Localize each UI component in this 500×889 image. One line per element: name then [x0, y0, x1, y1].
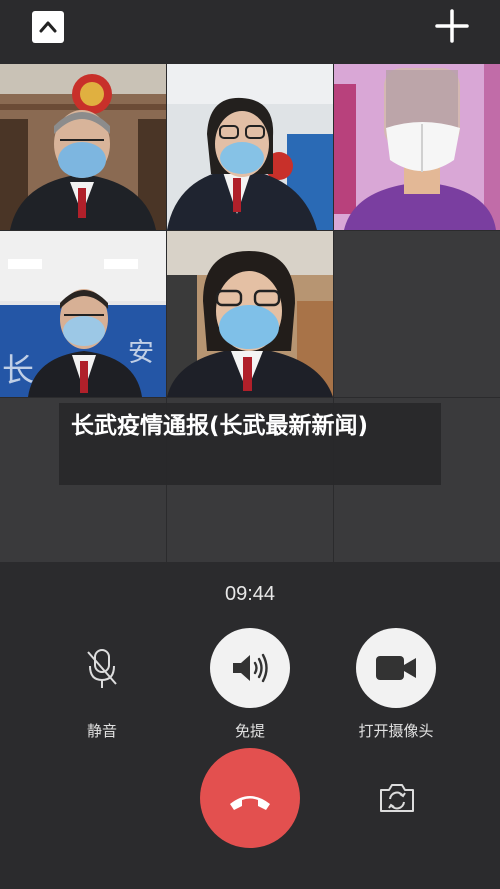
mute-label: 静音	[86, 722, 117, 740]
video-tile-participant-1[interactable]	[0, 64, 166, 230]
speaker-icon	[233, 653, 268, 683]
microphone-off-icon	[87, 649, 117, 688]
collapse-button[interactable]	[32, 11, 64, 43]
camera-control[interactable]: 打开摄像头	[343, 628, 449, 741]
speaker-control[interactable]: 免提	[210, 628, 290, 741]
top-bar	[0, 0, 500, 64]
call-timer: 09:44	[224, 583, 276, 605]
camera-button[interactable]	[356, 628, 436, 708]
video-tile-empty	[334, 231, 500, 397]
participant-4-video: 长 安	[0, 231, 166, 397]
speaker-button[interactable]	[210, 628, 290, 708]
participant-1-video	[0, 64, 166, 230]
mute-button[interactable]	[62, 628, 142, 708]
svg-text:长: 长	[2, 351, 34, 389]
video-tile-participant-3[interactable]	[334, 64, 500, 230]
camera-switch-icon[interactable]	[377, 780, 417, 816]
video-camera-icon	[376, 656, 416, 680]
phone-hangup-icon	[230, 796, 270, 810]
hangup-button[interactable]	[200, 748, 300, 848]
mute-control[interactable]: 静音	[62, 628, 142, 741]
video-tile-participant-2[interactable]	[167, 64, 333, 230]
video-tile-participant-4[interactable]: 长 安	[0, 231, 166, 397]
speaker-label: 免提	[234, 722, 265, 740]
video-tile-participant-5[interactable]	[167, 231, 333, 397]
camera-label: 打开摄像头	[358, 722, 434, 740]
participant-5-video	[167, 231, 333, 397]
participant-3-video	[334, 64, 500, 230]
svg-text:安: 安	[128, 338, 154, 368]
participant-2-video	[167, 64, 333, 230]
page-title: 长武疫情通报(长武最新新闻)	[71, 413, 369, 439]
title-banner: 长武疫情通报(长武最新新闻)	[59, 403, 441, 485]
chevron-up-icon	[39, 21, 57, 33]
plus-icon[interactable]	[432, 6, 472, 46]
video-grid: 长 安	[0, 64, 500, 562]
